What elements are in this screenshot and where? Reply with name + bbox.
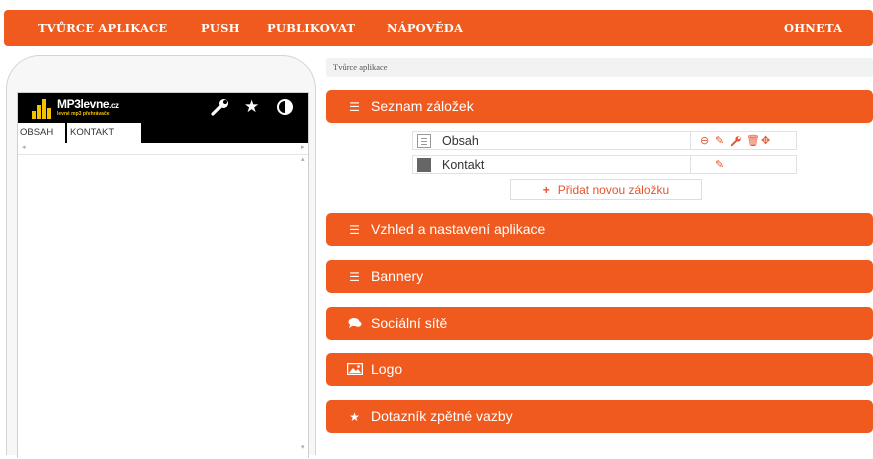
scroll-right-arrow-icon[interactable]: ▸ <box>301 143 305 151</box>
hide-icon[interactable]: ⊖ <box>700 132 709 149</box>
equalizer-logo-icon <box>32 99 54 119</box>
app-tab-kontakt[interactable]: KONTAKT <box>67 123 141 143</box>
list-icon: ☰ <box>349 100 360 114</box>
top-navigation-bar: TVŮRCE APLIKACE PUSH PUBLIKOVAT NÁPOVĚDA… <box>4 10 873 46</box>
contact-card-icon <box>417 158 431 172</box>
phone-screen: MP3levne.cz levné mp3 přehrávače ★ OBSAH… <box>17 92 309 458</box>
picture-icon <box>346 354 363 387</box>
vertical-scrollbar[interactable]: ▴ ▾ <box>298 155 308 459</box>
pencil-icon[interactable]: ✎ <box>715 156 724 173</box>
section-banners[interactable]: ☰ Bannery <box>326 260 873 293</box>
section-social[interactable]: Sociální sítě <box>326 307 873 340</box>
wrench-icon[interactable] <box>210 97 230 122</box>
tab-row-obsah[interactable]: Obsah ⊖ ✎ 🗑 ✥ <box>412 131 797 150</box>
tab-row-label: Obsah <box>442 134 479 148</box>
phone-preview: MP3levne.cz levné mp3 přehrávače ★ OBSAH… <box>6 55 316 458</box>
section-tabs-list-label: Seznam záložek <box>371 98 474 114</box>
trash-icon[interactable]: 🗑 <box>746 132 760 149</box>
comments-icon <box>346 308 363 341</box>
nav-push[interactable]: PUSH <box>201 10 240 46</box>
logo-slogan: levné mp3 přehrávače <box>57 111 110 117</box>
move-icon[interactable]: ✥ <box>761 132 770 149</box>
section-appearance-label: Vzhled a nastavení aplikace <box>371 221 546 237</box>
nav-publish[interactable]: PUBLIKOVAT <box>267 10 355 46</box>
nav-app-builder[interactable]: TVŮRCE APLIKACE <box>38 10 167 46</box>
app-header: MP3levne.cz levné mp3 přehrávače ★ <box>18 93 308 123</box>
contrast-icon[interactable] <box>276 97 294 120</box>
wrench-icon[interactable] <box>730 132 742 152</box>
pencil-icon[interactable]: ✎ <box>715 132 724 149</box>
list-icon: ☰ <box>349 270 360 284</box>
list-icon: ☰ <box>349 223 360 237</box>
section-logo-label: Logo <box>371 361 403 377</box>
app-tab-obsah[interactable]: OBSAH <box>18 123 65 143</box>
logo-name: MP3levne.cz <box>57 97 119 111</box>
tab-row-kontakt[interactable]: Kontakt ✎ <box>412 155 797 174</box>
tab-row-actions: ✎ <box>690 156 797 173</box>
section-logo[interactable]: Logo <box>326 353 873 386</box>
star-icon[interactable]: ★ <box>244 97 259 117</box>
app-logo: MP3levne.cz levné mp3 přehrávače <box>32 97 127 119</box>
breadcrumb: Tvůrce aplikace <box>326 58 873 77</box>
tab-row-actions: ⊖ ✎ 🗑 ✥ <box>690 132 797 149</box>
tab-row-label: Kontakt <box>442 158 485 172</box>
app-tab-bar: OBSAH KONTAKT <box>18 123 308 143</box>
section-banners-label: Bannery <box>371 268 424 284</box>
section-feedback[interactable]: ★ Dotazník zpětné vazby <box>326 400 873 433</box>
nav-user-account[interactable]: OHNETA <box>784 10 842 46</box>
add-tab-label: Přidat novou záložku <box>557 183 670 197</box>
nav-help[interactable]: NÁPOVĚDA <box>387 10 463 46</box>
section-feedback-label: Dotazník zpětné vazby <box>371 408 513 424</box>
section-social-label: Sociální sítě <box>371 315 448 331</box>
add-tab-button[interactable]: + Přidat novou záložku <box>510 179 702 200</box>
section-appearance[interactable]: ☰ Vzhled a nastavení aplikace <box>326 213 873 246</box>
horizontal-scrollbar[interactable]: ◂ ▸ <box>18 143 308 155</box>
star-icon: ★ <box>349 410 360 424</box>
plus-icon: + <box>542 183 550 197</box>
scroll-up-arrow-icon[interactable]: ▴ <box>301 155 305 163</box>
document-icon <box>417 134 431 148</box>
scroll-left-arrow-icon[interactable]: ◂ <box>22 143 26 151</box>
section-tabs-list[interactable]: ☰ Seznam záložek <box>326 90 873 123</box>
